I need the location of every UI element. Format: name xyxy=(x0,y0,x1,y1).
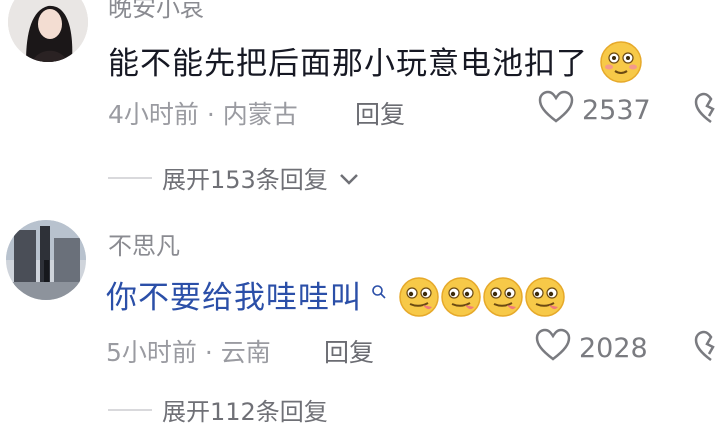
expand-replies-label: 展开112条回复 xyxy=(162,398,328,426)
like-count: 2028 xyxy=(579,333,648,364)
comment-text-content: 你不要给我哇哇叫 xyxy=(106,280,362,316)
broken-heart-icon[interactable] xyxy=(694,330,720,368)
broken-heart-icon[interactable] xyxy=(694,92,720,130)
heart-icon xyxy=(535,328,571,369)
username[interactable]: 晚安小哀 xyxy=(108,0,204,23)
comment-item: 晚安小哀 能不能先把后面那小玩意电池扣了 4小时前 · 内蒙古 回复 2537 xyxy=(0,0,720,200)
chevron-down-icon xyxy=(338,164,360,192)
expand-replies-button[interactable]: 展开112条回复 xyxy=(108,392,328,427)
like-button[interactable]: 2537 xyxy=(538,90,651,131)
reply-button[interactable]: 回复 xyxy=(324,333,374,369)
comment-meta: 5小时前 · 云南 xyxy=(106,338,271,367)
emoji-icon xyxy=(440,274,482,326)
like-count: 2537 xyxy=(582,95,651,126)
expand-replies-button[interactable]: 展开153条回复 xyxy=(108,160,360,195)
like-button[interactable]: 2028 xyxy=(535,328,648,369)
comment-item: 不思凡 你不要给我哇哇叫 5小时前 · 云南 回复 2028 展开112条回复 xyxy=(0,200,720,426)
comment-text: 能不能先把后面那小玩意电池扣了 xyxy=(108,38,643,92)
comment-text: 你不要给我哇哇叫 xyxy=(106,272,566,326)
comment-text-content: 能不能先把后面那小玩意电池扣了 xyxy=(108,46,588,82)
emoji-icon xyxy=(524,274,566,326)
avatar[interactable] xyxy=(6,220,86,300)
expand-replies-label: 展开153条回复 xyxy=(162,166,328,194)
emoji-icon xyxy=(398,274,440,326)
search-icon[interactable] xyxy=(371,272,387,308)
username[interactable]: 不思凡 xyxy=(108,226,180,261)
divider xyxy=(108,176,152,179)
reply-button[interactable]: 回复 xyxy=(355,95,405,131)
heart-icon xyxy=(538,90,574,131)
emoji-icon xyxy=(599,40,643,92)
avatar[interactable] xyxy=(8,0,88,62)
divider xyxy=(108,408,152,411)
emoji-icon xyxy=(482,274,524,326)
comment-meta: 4小时前 · 内蒙古 xyxy=(108,100,298,129)
